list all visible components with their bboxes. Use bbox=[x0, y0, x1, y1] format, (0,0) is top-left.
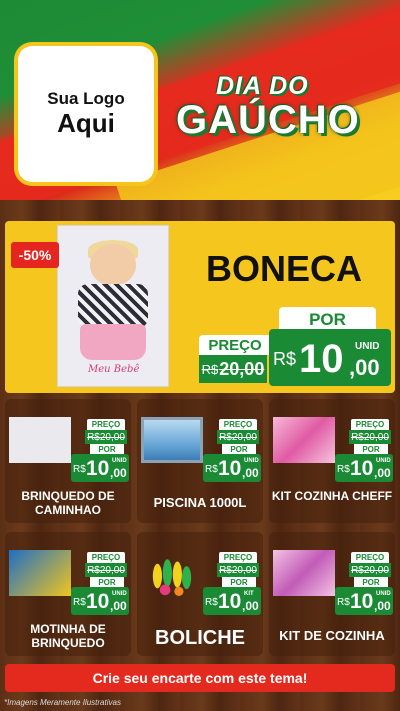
new-price: R$ 10 KIT ,00 bbox=[203, 587, 261, 615]
old-price: R$ 20,00 bbox=[217, 563, 259, 577]
discount-badge: -50% bbox=[11, 242, 59, 268]
new-price: R$ 10 UNID ,00 bbox=[335, 454, 393, 482]
hero-old-currency: R$ bbox=[201, 361, 219, 377]
product-name: PISCINA 1000L bbox=[153, 495, 247, 510]
product-card-trucks[interactable]: PREÇO R$ 20,00 POR R$ 10 UNID ,00 BRINQUEDO … bbox=[5, 399, 131, 523]
new-price: R$ 10 UNID ,00 bbox=[71, 587, 129, 615]
product-card-bowling[interactable]: PREÇO R$ 20,00 POR R$ 10 KIT ,00 BOLICHE bbox=[137, 532, 263, 656]
title-line2: GAÚCHO bbox=[176, 98, 360, 142]
product-name: BRINQUEDO DE CAMINHAO bbox=[21, 489, 115, 518]
hero-new-price: R$ 10 UNID ,00 bbox=[269, 329, 391, 386]
preco-label: PREÇO bbox=[87, 419, 125, 430]
doll-image: Meu Bebê bbox=[57, 225, 169, 387]
product-name: KIT COZINHA CHEFF bbox=[271, 489, 393, 503]
cta-button[interactable]: Crie seu encarte com este tema! bbox=[5, 664, 395, 692]
preco-label: PREÇO bbox=[351, 419, 389, 430]
product-card-kitchen-kit[interactable]: PREÇO R$ 20,00 POR R$ 10 UNID ,00 KIT DE COZ… bbox=[269, 532, 395, 656]
preco-label: PREÇO bbox=[351, 552, 389, 563]
title-line1: DIA DO bbox=[216, 72, 309, 100]
hero-old-price: R$ 20,00 bbox=[199, 355, 267, 383]
hero-price-cents: ,00 bbox=[349, 355, 380, 380]
hero-preco-label: PREÇO bbox=[199, 335, 271, 355]
doll-head bbox=[90, 244, 136, 286]
new-price: R$ 10 UNID ,00 bbox=[203, 454, 261, 482]
header-banner: Sua Logo Aqui DIA DO GAÚCHO bbox=[0, 0, 400, 200]
moto-toy-image bbox=[9, 550, 71, 596]
logo-line1: Sua Logo bbox=[47, 89, 125, 109]
product-name: MOTINHA DE BRINQUEDO bbox=[30, 622, 106, 651]
hero-unit: UNID bbox=[355, 341, 380, 352]
bowling-pins-image bbox=[152, 559, 192, 596]
truck-toy-image bbox=[9, 417, 71, 463]
disclaimer-text: *Imagens Meramente Ilustrativas bbox=[4, 698, 121, 707]
new-price: R$ 10 UNID ,00 bbox=[71, 454, 129, 482]
product-card-pool[interactable]: PREÇO R$ 20,00 POR R$ 10 UNID ,00 PISCINA 10… bbox=[137, 399, 263, 523]
old-price: R$ 20,00 bbox=[349, 430, 391, 444]
product-name: KIT DE COZINHA bbox=[279, 628, 385, 643]
doll-skirt bbox=[80, 324, 146, 360]
preco-label: PREÇO bbox=[219, 419, 257, 430]
old-price: R$ 20,00 bbox=[85, 430, 127, 444]
product-card-moto[interactable]: PREÇO R$ 20,00 POR R$ 10 UNID ,00 MOTINHA DE… bbox=[5, 532, 131, 656]
new-price: R$ 10 UNID ,00 bbox=[335, 587, 393, 615]
doll-dress bbox=[78, 284, 148, 328]
hero-price-int: 10 bbox=[299, 337, 344, 381]
preco-label: PREÇO bbox=[219, 552, 257, 563]
logo-placeholder[interactable]: Sua Logo Aqui bbox=[18, 46, 154, 182]
old-price: R$ 20,00 bbox=[217, 430, 259, 444]
product-name: BOLICHE bbox=[155, 627, 245, 649]
product-card-kitchen-chef[interactable]: PREÇO R$ 20,00 POR R$ 10 UNID ,00 KIT COZINH… bbox=[269, 399, 395, 523]
hero-old-value: 20,00 bbox=[219, 358, 265, 379]
logo-line2: Aqui bbox=[57, 108, 115, 139]
pool-image bbox=[141, 417, 203, 463]
kitchen-kit-image bbox=[273, 550, 335, 596]
hero-currency: R$ bbox=[273, 349, 297, 369]
preco-label: PREÇO bbox=[87, 552, 125, 563]
doll-brand-logo: Meu Bebê bbox=[88, 364, 140, 375]
old-price: R$ 20,00 bbox=[85, 563, 127, 577]
hero-product-name: BONECA bbox=[206, 248, 363, 289]
old-price: R$ 20,00 bbox=[349, 563, 391, 577]
kitchen-toy-image bbox=[273, 417, 335, 463]
